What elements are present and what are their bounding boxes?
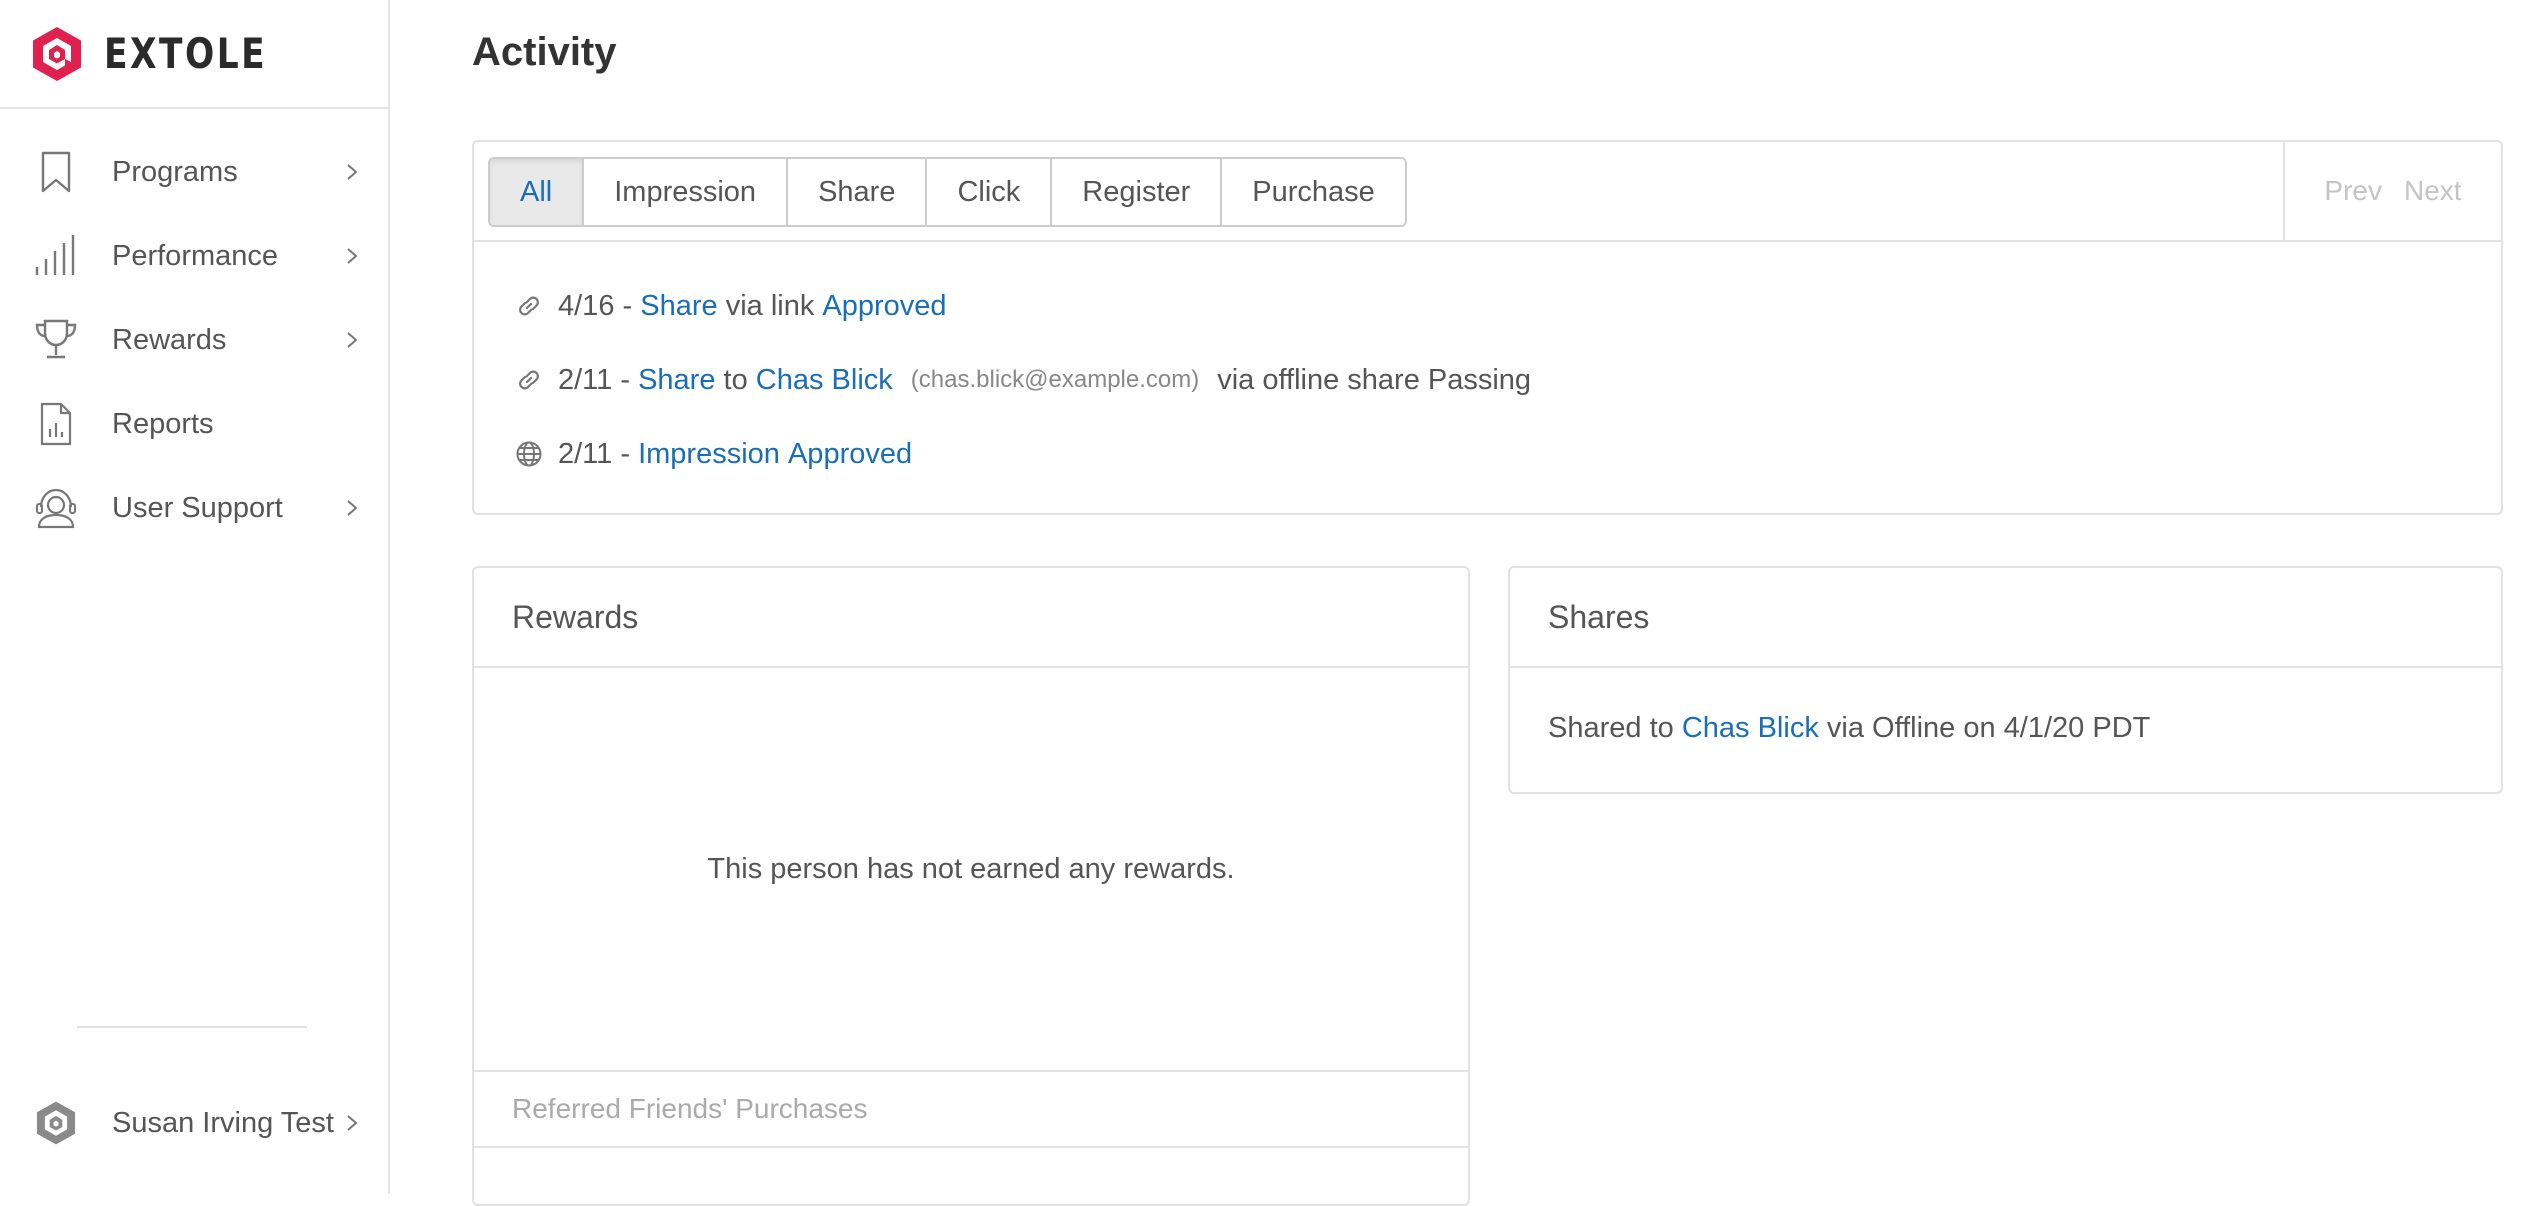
headset-icon: [33, 485, 79, 531]
person-link[interactable]: Chas Blick: [756, 364, 893, 397]
prev-button[interactable]: Prev: [2324, 175, 2382, 207]
filter-click-button[interactable]: Click: [927, 159, 1053, 225]
activity-row: 2/11 - Share to Chas Blick (chas.blick@e…: [514, 360, 1531, 400]
rewards-panel-title: Rewards: [474, 568, 1468, 668]
filter-all-button[interactable]: All: [490, 159, 585, 225]
extole-logo-icon: [33, 26, 81, 81]
sidebar-item-label: Reports: [112, 407, 214, 440]
chevron-right-icon: [342, 162, 362, 182]
rewards-panel: Rewards This person has not earned any r…: [472, 566, 1470, 1206]
share-person-link[interactable]: Chas Blick: [1682, 712, 1819, 744]
activity-text: via offline share Passing: [1217, 363, 1532, 396]
chevron-right-icon: [342, 330, 362, 350]
report-document-icon: [33, 401, 79, 447]
activity-toolbar: All Impression Share Click Register Purc…: [474, 142, 2501, 242]
globe-icon: [514, 439, 544, 469]
activity-status-link[interactable]: Approved: [788, 438, 912, 471]
share-entry: Shared to Chas Blick via Offline on 4/1/…: [1510, 668, 2501, 745]
referred-purchases-header: Referred Friends' Purchases: [474, 1070, 1468, 1148]
rewards-empty-message: This person has not earned any rewards.: [707, 853, 1235, 885]
main-content: Activity All Impression Share Click Regi…: [392, 0, 2542, 1206]
signal-bars-icon: [33, 233, 79, 279]
activity-date: 4/16 -: [558, 289, 633, 322]
next-button[interactable]: Next: [2404, 175, 2462, 207]
filter-share-button[interactable]: Share: [788, 159, 928, 225]
filter-impression-button[interactable]: Impression: [584, 159, 789, 225]
extole-logo-gray-icon: [33, 1100, 79, 1146]
logo[interactable]: EXTOLE: [0, 0, 388, 109]
activity-event-link[interactable]: Share: [640, 290, 717, 323]
sidebar-item-programs[interactable]: Programs: [0, 137, 388, 207]
person-email: (chas.blick@example.com): [910, 366, 1200, 393]
activity-row: 4/16 - Share via link Approved: [514, 286, 947, 326]
link-icon: [514, 291, 544, 321]
sidebar-item-performance[interactable]: Performance: [0, 221, 388, 291]
link-icon: [514, 365, 544, 395]
sidebar-divider: [77, 1026, 307, 1028]
activity-text: to: [723, 363, 748, 396]
activity-event-link[interactable]: Impression: [638, 438, 780, 471]
sidebar-item-label: User Support: [112, 491, 283, 524]
trophy-icon: [33, 317, 79, 363]
activity-date: 2/11 -: [558, 363, 631, 396]
activity-status-link[interactable]: Approved: [822, 290, 946, 323]
activity-row: 2/11 - Impression Approved: [514, 434, 912, 474]
bookmark-icon: [33, 149, 79, 195]
brand-name: EXTOLE: [104, 29, 268, 78]
sidebar-item-label: Rewards: [112, 323, 227, 356]
activity-panel: All Impression Share Click Register Purc…: [472, 140, 2503, 515]
filter-register-button[interactable]: Register: [1052, 159, 1223, 225]
chevron-right-icon: [342, 1113, 362, 1133]
sidebar-item-label: Programs: [112, 155, 238, 188]
activity-event-link[interactable]: Share: [638, 364, 715, 397]
filter-purchase-button[interactable]: Purchase: [1222, 159, 1405, 225]
chevron-right-icon: [342, 498, 362, 518]
activity-filter-group: All Impression Share Click Register Purc…: [488, 157, 1407, 227]
sidebar-item-reports[interactable]: Reports: [0, 389, 388, 459]
activity-date: 2/11 -: [558, 437, 631, 470]
page-title: Activity: [472, 30, 617, 74]
chevron-right-icon: [342, 246, 362, 266]
sidebar-item-user-support[interactable]: User Support: [0, 473, 388, 543]
share-suffix: via Offline on 4/1/20 PDT: [1826, 712, 2151, 744]
user-menu[interactable]: Susan Irving Test: [0, 1088, 388, 1158]
shares-panel: Shares Shared to Chas Blick via Offline …: [1508, 566, 2503, 794]
sidebar-item-label: Performance: [112, 239, 279, 272]
sidebar-item-rewards[interactable]: Rewards: [0, 305, 388, 375]
share-prefix: Shared to: [1548, 712, 1674, 744]
shares-panel-title: Shares: [1510, 568, 2501, 668]
activity-text: via link: [725, 289, 815, 322]
pagination: Prev Next: [2283, 142, 2501, 240]
sidebar: EXTOLE Programs Performance Rewards Repo…: [0, 0, 390, 1194]
user-name: Susan Irving Test: [112, 1106, 334, 1139]
